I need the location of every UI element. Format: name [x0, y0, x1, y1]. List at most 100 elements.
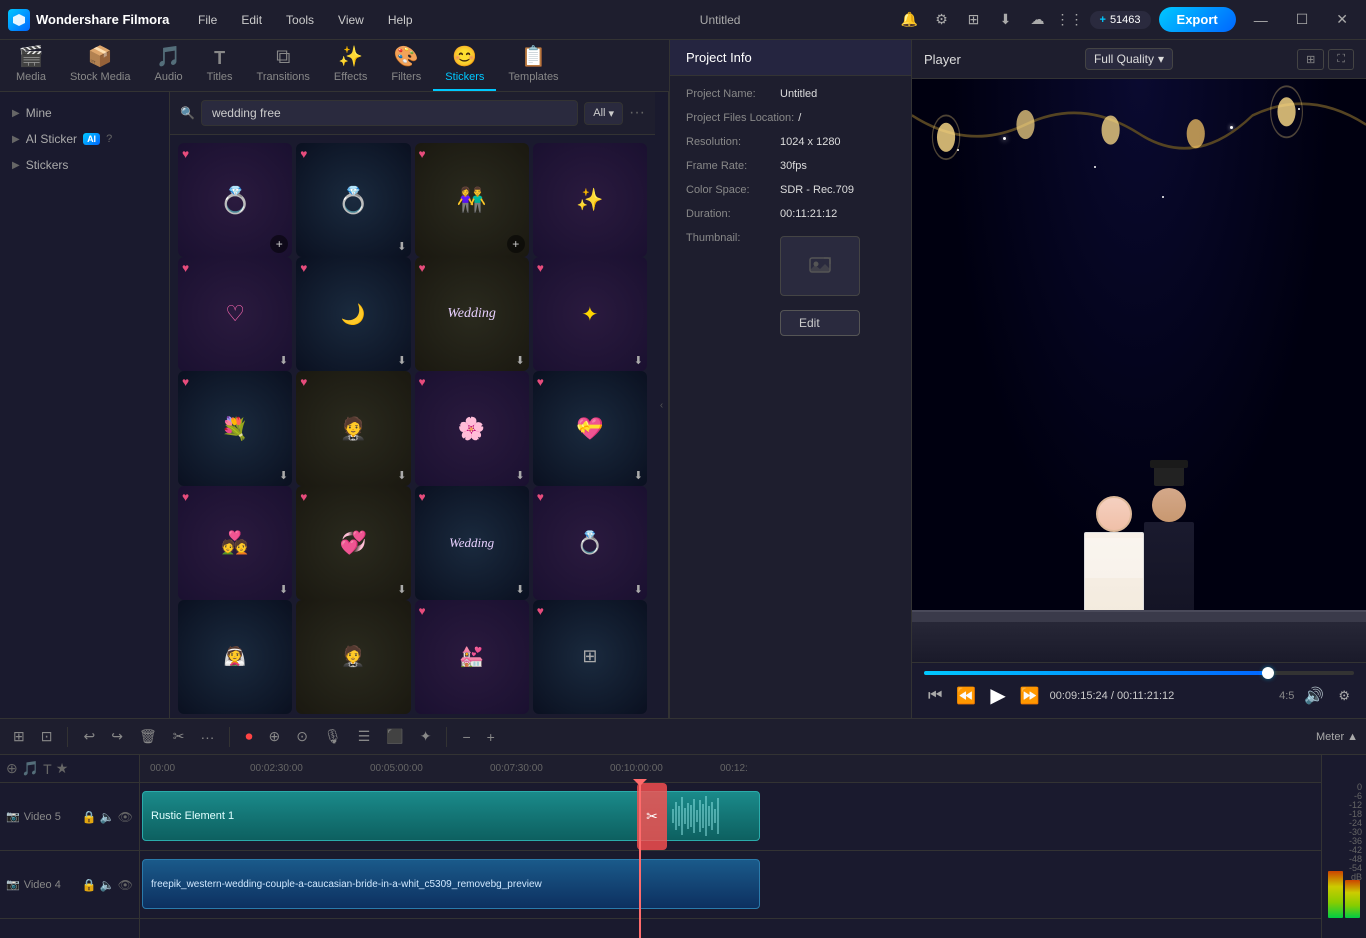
progress-bar[interactable]: [924, 671, 1354, 675]
edit-thumbnail-button[interactable]: Edit: [780, 310, 860, 336]
sticker-item[interactable]: ♥ 💍 +: [178, 143, 292, 257]
track-mute-icon[interactable]: 🔈: [100, 810, 115, 824]
track-mute-icon[interactable]: 🔈: [100, 878, 115, 892]
sticker-item[interactable]: ♥ ♡ ⬇: [178, 257, 292, 371]
track-visible-icon[interactable]: 👁: [118, 810, 133, 824]
download-icon[interactable]: ⬇: [397, 240, 406, 253]
tab-media[interactable]: 🎬 Media: [4, 38, 58, 91]
close-button[interactable]: ✕: [1326, 7, 1358, 32]
maximize-button[interactable]: ☐: [1286, 7, 1319, 32]
download-icon[interactable]: ⬇: [994, 8, 1018, 32]
grid-icon[interactable]: ⊞: [962, 8, 986, 32]
download-icon[interactable]: ⬇: [634, 583, 643, 596]
download-icon[interactable]: ⬇: [634, 354, 643, 367]
menu-tools[interactable]: Tools: [276, 9, 324, 31]
apps-icon[interactable]: ⋮⋮: [1058, 8, 1082, 32]
more-tools-button[interactable]: ···: [195, 726, 219, 748]
download-icon[interactable]: ⬇: [397, 354, 406, 367]
cut-button[interactable]: ✂: [168, 725, 190, 748]
sticker-item[interactable]: ♥ ✦ ⬇: [533, 257, 647, 371]
sticker-item[interactable]: 🤵: [296, 600, 410, 714]
quality-select[interactable]: Full Quality ▾: [1085, 48, 1173, 70]
fullscreen-button[interactable]: ⛶: [1328, 49, 1354, 70]
captions-button[interactable]: ☰: [353, 725, 376, 748]
redo-button[interactable]: ↪: [106, 725, 128, 748]
select-tool[interactable]: ⊡: [36, 725, 58, 748]
sticker-item[interactable]: ♥ 💒: [415, 600, 529, 714]
sticker-item[interactable]: ♥ 🤵 ⬇: [296, 371, 410, 485]
record-button[interactable]: ⏺: [240, 725, 257, 748]
sticker-item[interactable]: ♥ ⊞: [533, 600, 647, 714]
cloud-icon[interactable]: ☁: [1026, 8, 1050, 32]
sticker-item[interactable]: ♥ 💞 ⬇: [296, 486, 410, 600]
tab-effects[interactable]: ✨ Effects: [322, 38, 379, 91]
sticker-item[interactable]: ♥ 🌙 ⬇: [296, 257, 410, 371]
sticker-item[interactable]: ♥ Wedding ⬇: [415, 486, 529, 600]
arrange-tool[interactable]: ⊞: [8, 725, 30, 748]
sticker-item[interactable]: ♥ 👫 +: [415, 143, 529, 257]
download-icon[interactable]: ⬇: [516, 469, 525, 482]
sticker-item[interactable]: ♥ 💍 ⬇: [296, 143, 410, 257]
step-forward-button[interactable]: ⏩: [1016, 684, 1044, 708]
add-sticker-track-button[interactable]: ★: [56, 760, 69, 777]
mic-button[interactable]: 🎙: [319, 725, 347, 748]
undo-button[interactable]: ↩: [78, 725, 100, 748]
project-info-tab[interactable]: Project Info: [670, 40, 911, 76]
menu-help[interactable]: Help: [378, 9, 423, 31]
tab-stickers[interactable]: 😊 Stickers: [433, 38, 496, 91]
ai-help-icon[interactable]: ?: [106, 133, 112, 145]
download-icon[interactable]: ⬇: [279, 583, 288, 596]
volume-icon[interactable]: 🔊: [1300, 684, 1328, 708]
sidebar-item-stickers[interactable]: ▶ Stickers: [0, 152, 169, 178]
tab-templates[interactable]: 📋 Templates: [496, 38, 570, 91]
step-back-button[interactable]: ⏪: [952, 684, 980, 708]
sticker-item[interactable]: 👰: [178, 600, 292, 714]
track-clip-video5[interactable]: Rustic Element 1: [142, 791, 760, 841]
settings-button[interactable]: ⚙: [1334, 686, 1354, 706]
menu-view[interactable]: View: [328, 9, 374, 31]
snap-button[interactable]: ⊕: [263, 725, 285, 748]
sticker-item[interactable]: ♥ 💝 ⬇: [533, 371, 647, 485]
more-options-icon[interactable]: ···: [629, 104, 645, 122]
sticker-item[interactable]: ♥ 🌸 ⬇: [415, 371, 529, 485]
sticker-item[interactable]: ♥ 💑 ⬇: [178, 486, 292, 600]
track-clip-video4[interactable]: freepik_western-wedding-couple-a-caucasi…: [142, 859, 760, 909]
download-icon[interactable]: ⬇: [279, 354, 288, 367]
play-button[interactable]: ▶: [986, 681, 1009, 710]
menu-file[interactable]: File: [188, 9, 227, 31]
tab-transitions[interactable]: ⧉ Transitions: [245, 40, 322, 91]
tab-filters[interactable]: 🎨 Filters: [379, 38, 433, 91]
sidebar-item-mine[interactable]: ▶ Mine: [0, 100, 169, 126]
loop-button[interactable]: ⊙: [291, 725, 313, 748]
minimize-button[interactable]: —: [1244, 8, 1278, 32]
track-lock-icon[interactable]: 🔒: [82, 810, 97, 824]
bell-icon[interactable]: 🔔: [898, 8, 922, 32]
download-icon[interactable]: ⬇: [397, 469, 406, 482]
add-sticker-icon[interactable]: +: [507, 235, 525, 253]
download-icon[interactable]: ⬇: [516, 583, 525, 596]
filter-dropdown[interactable]: All ▾: [584, 102, 623, 125]
add-sticker-icon[interactable]: +: [270, 235, 288, 253]
grid-view-button[interactable]: ⊞: [1297, 49, 1324, 70]
sticker-item[interactable]: ♥ 💐 ⬇: [178, 371, 292, 485]
tab-audio[interactable]: 🎵 Audio: [143, 38, 195, 91]
export-button[interactable]: Export: [1159, 7, 1236, 32]
download-icon[interactable]: ⬇: [634, 469, 643, 482]
menu-edit[interactable]: Edit: [231, 9, 272, 31]
track-visible-icon[interactable]: 👁: [118, 878, 133, 892]
sticker-item[interactable]: ✨: [533, 143, 647, 257]
collapse-handle[interactable]: ‹: [655, 92, 669, 718]
zoom-out-button[interactable]: −: [457, 726, 475, 748]
zoom-in-button[interactable]: +: [482, 726, 500, 748]
tab-stock[interactable]: 📦 Stock Media: [58, 38, 143, 91]
tab-titles[interactable]: T Titles: [195, 42, 245, 91]
skip-back-button[interactable]: ⏮: [924, 685, 946, 707]
delete-button[interactable]: 🗑: [134, 725, 162, 748]
download-icon[interactable]: ⬇: [516, 354, 525, 367]
search-input[interactable]: [201, 100, 578, 126]
add-text-track-button[interactable]: T: [43, 761, 52, 777]
sticker-item[interactable]: ♥ Wedding ⬇: [415, 257, 529, 371]
add-audio-track-button[interactable]: 🎵: [22, 760, 39, 777]
color-button[interactable]: ⬛: [381, 725, 408, 748]
sticker-item[interactable]: ♥ 💍 ⬇: [533, 486, 647, 600]
